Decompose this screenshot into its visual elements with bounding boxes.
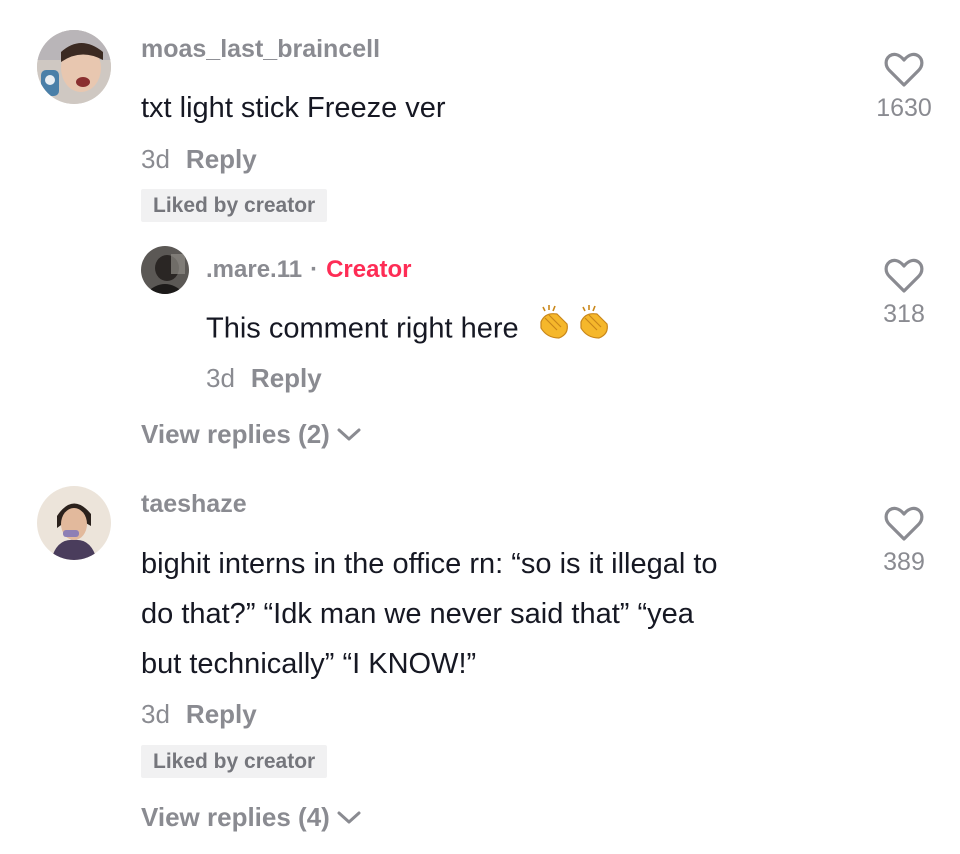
- avatar-moas[interactable]: [37, 30, 111, 104]
- comment-time: 3d: [141, 699, 170, 729]
- avatar-mare[interactable]: [141, 246, 189, 294]
- comment-text-line: do that?” “Idk man we never said that” “…: [141, 598, 694, 630]
- comment-text-line: bighit interns in the office rn: “so is …: [141, 548, 718, 580]
- heart-icon[interactable]: [884, 52, 924, 88]
- heart-icon[interactable]: [884, 258, 924, 294]
- like-column: 1630: [864, 52, 944, 123]
- chevron-down-icon: [337, 811, 361, 823]
- like-count: 389: [883, 548, 925, 576]
- view-replies-label: View replies (2): [141, 419, 330, 449]
- comment-text: txt light stick Freeze ver: [141, 92, 446, 124]
- reply-button[interactable]: Reply: [251, 363, 322, 393]
- like-count: 1630: [876, 94, 932, 122]
- view-replies-button[interactable]: View replies (2): [141, 419, 362, 450]
- reply-header: .mare.11 · Creator: [206, 256, 411, 284]
- comment-meta: 3d Reply: [141, 144, 257, 175]
- like-count: 318: [883, 300, 925, 328]
- clapping-hands-emoji: [535, 302, 615, 358]
- liked-by-creator-badge: Liked by creator: [141, 745, 328, 778]
- liked-by-creator-badge: Liked by creator: [141, 189, 328, 222]
- reply-meta: 3d Reply: [206, 363, 322, 394]
- avatar-image: [37, 30, 111, 104]
- heart-icon[interactable]: [884, 506, 924, 542]
- separator-dot: ·: [310, 256, 319, 283]
- reply-time: 3d: [206, 363, 235, 393]
- avatar-image: [37, 486, 111, 560]
- comment-username[interactable]: moas_last_braincell: [141, 35, 380, 64]
- chevron-down-icon: [337, 428, 361, 440]
- comment-text-line: but technically” “I KNOW!”: [141, 648, 477, 680]
- view-replies-button[interactable]: View replies (4): [141, 802, 362, 833]
- like-column: 389: [864, 506, 944, 577]
- view-replies-label: View replies (4): [141, 802, 330, 832]
- reply-username[interactable]: .mare.11: [206, 256, 302, 283]
- reply-text-row: This comment right here: [206, 302, 615, 358]
- comment-time: 3d: [141, 144, 170, 174]
- comment-username[interactable]: taeshaze: [141, 490, 247, 519]
- comment-text: bighit interns in the office rn: “so is …: [141, 539, 718, 689]
- avatar-image: [141, 246, 189, 294]
- creator-tag: Creator: [326, 256, 412, 283]
- reply-text: This comment right here: [206, 312, 519, 345]
- avatar-taeshaze[interactable]: [37, 486, 111, 560]
- reply-button[interactable]: Reply: [186, 144, 257, 174]
- comment-meta: 3d Reply: [141, 699, 257, 730]
- reply-button[interactable]: Reply: [186, 699, 257, 729]
- like-column: 318: [864, 258, 944, 329]
